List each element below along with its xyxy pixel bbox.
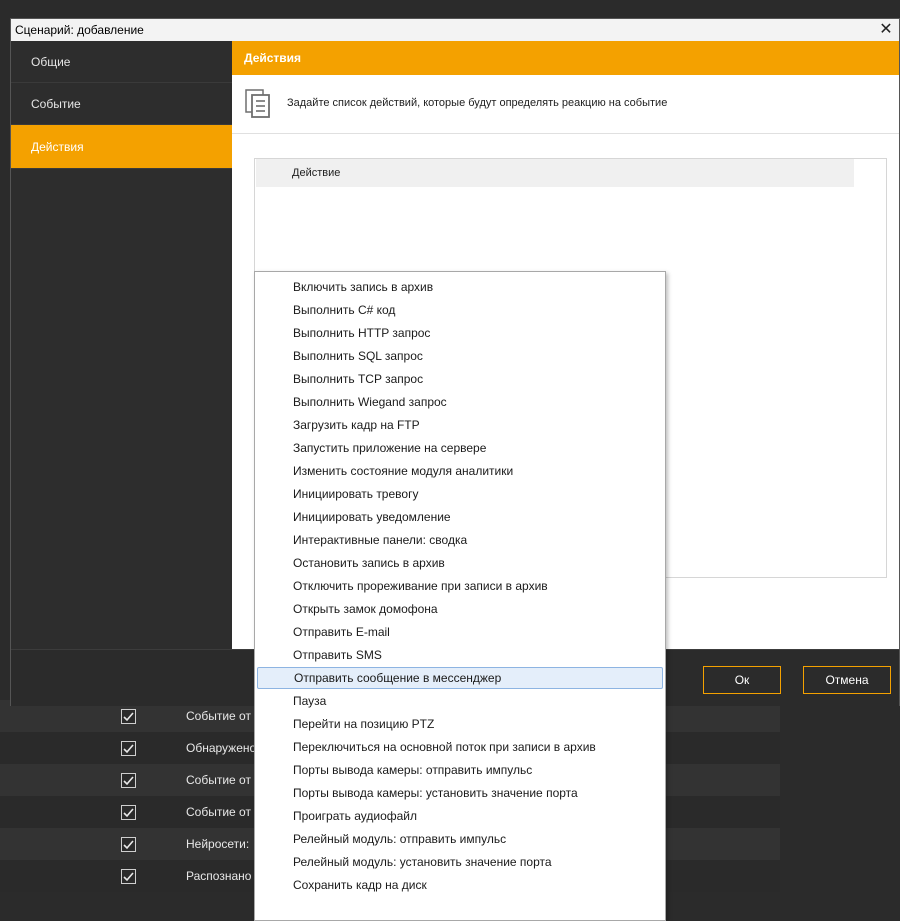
menu-item[interactable]: Пауза: [257, 690, 663, 712]
menu-item[interactable]: Сохранить кадр на диск: [257, 874, 663, 896]
menu-item[interactable]: Порты вывода камеры: установить значение…: [257, 782, 663, 804]
menu-item[interactable]: Изменить состояние модуля аналитики: [257, 460, 663, 482]
checkbox[interactable]: [121, 772, 136, 788]
checkbox[interactable]: [121, 836, 136, 852]
table-header: Действие: [256, 159, 854, 187]
checkbox[interactable]: [121, 708, 136, 724]
info-text: Задайте список действий, которые будут о…: [287, 97, 668, 109]
check-icon: [123, 775, 134, 785]
menu-item[interactable]: Открыть замок домофона: [257, 598, 663, 620]
title-bar: Сценарий: добавление ✕: [11, 19, 899, 42]
list-item-label: Обнаружено: [186, 741, 257, 755]
column-header-action[interactable]: Действие: [292, 159, 340, 187]
close-icon[interactable]: ✕: [875, 19, 897, 41]
sidebar: Общие Событие Действия: [11, 41, 232, 649]
document-icon: [245, 89, 271, 122]
menu-item[interactable]: Выполнить TCP запрос: [257, 368, 663, 390]
menu-item[interactable]: Включить запись в архив: [257, 276, 663, 298]
menu-item[interactable]: Инициировать тревогу: [257, 483, 663, 505]
check-icon: [123, 743, 134, 753]
menu-item[interactable]: Отправить SMS: [257, 644, 663, 666]
checkbox[interactable]: [121, 740, 136, 756]
checkbox[interactable]: [121, 868, 136, 884]
menu-item[interactable]: Выполнить HTTP запрос: [257, 322, 663, 344]
menu-item[interactable]: Интерактивные панели: сводка: [257, 529, 663, 551]
window-title: Сценарий: добавление: [15, 23, 144, 37]
menu-item-highlighted[interactable]: Отправить сообщение в мессенджер: [257, 667, 663, 689]
check-icon: [123, 839, 134, 849]
check-icon: [123, 711, 134, 721]
menu-item[interactable]: Отправить E-mail: [257, 621, 663, 643]
list-item-label: Событие от: [186, 773, 251, 787]
list-item-label: Событие от: [186, 709, 251, 723]
info-row: Задайте список действий, которые будут о…: [232, 75, 899, 134]
checkbox[interactable]: [121, 804, 136, 820]
menu-item[interactable]: Запустить приложение на сервере: [257, 437, 663, 459]
menu-item[interactable]: Инициировать уведомление: [257, 506, 663, 528]
menu-item[interactable]: Остановить запись в архив: [257, 552, 663, 574]
list-item-label: Распознано: [186, 869, 252, 883]
panel-title: Действия: [232, 41, 899, 75]
sidebar-item-general[interactable]: Общие: [11, 41, 232, 83]
list-item-label: Нейросети:: [186, 837, 250, 851]
menu-item[interactable]: Выполнить SQL запрос: [257, 345, 663, 367]
menu-item[interactable]: Выполнить C# код: [257, 299, 663, 321]
cancel-button[interactable]: Отмена: [803, 666, 891, 694]
sidebar-item-event[interactable]: Событие: [11, 83, 232, 125]
menu-item[interactable]: Отключить прореживание при записи в архи…: [257, 575, 663, 597]
menu-item[interactable]: Перейти на позицию PTZ: [257, 713, 663, 735]
check-icon: [123, 807, 134, 817]
menu-item[interactable]: Загрузить кадр на FTP: [257, 414, 663, 436]
menu-item[interactable]: Выполнить Wiegand запрос: [257, 391, 663, 413]
menu-item[interactable]: Релейный модуль: отправить импульс: [257, 828, 663, 850]
sidebar-item-actions[interactable]: Действия: [11, 125, 232, 169]
menu-item[interactable]: Порты вывода камеры: отправить импульс: [257, 759, 663, 781]
menu-item[interactable]: Проиграть аудиофайл: [257, 805, 663, 827]
ok-button[interactable]: Ок: [703, 666, 781, 694]
menu-item[interactable]: Переключиться на основной поток при запи…: [257, 736, 663, 758]
list-item-label: Событие от: [186, 805, 251, 819]
action-type-menu: Включить запись в архив Выполнить C# код…: [254, 271, 666, 921]
menu-item[interactable]: Релейный модуль: установить значение пор…: [257, 851, 663, 873]
check-icon: [123, 871, 134, 881]
